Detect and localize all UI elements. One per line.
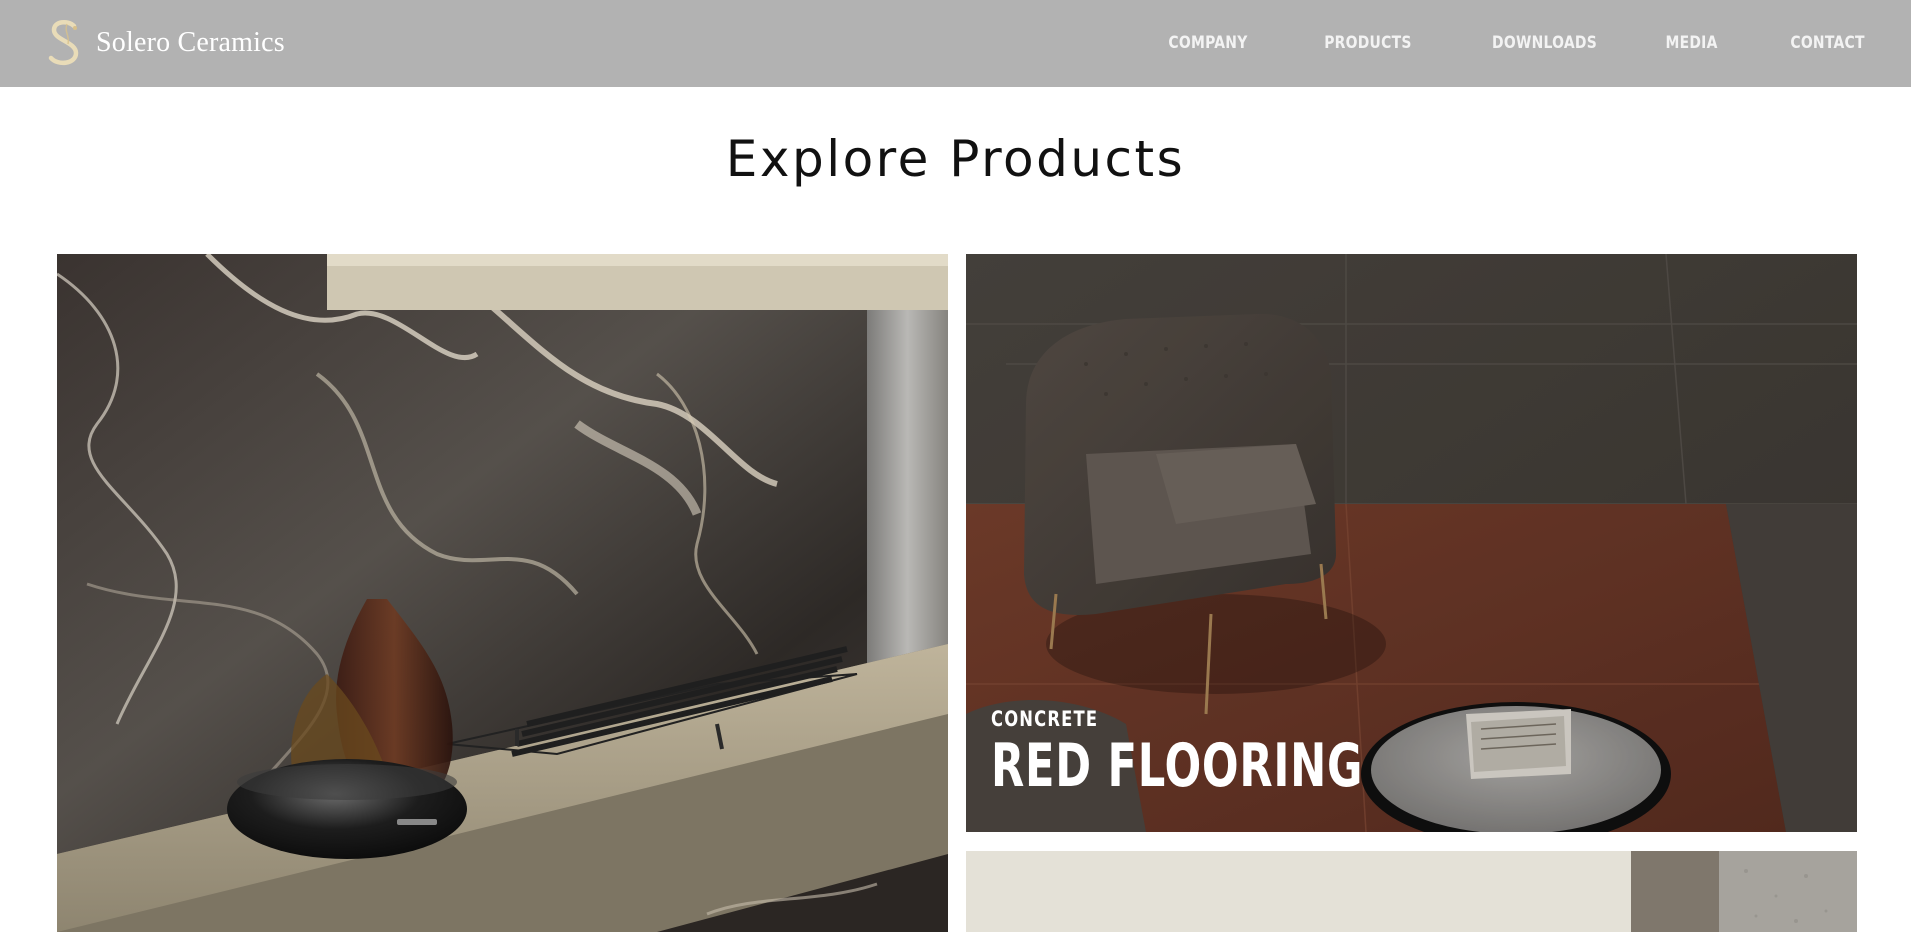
s-monogram-logo-icon [48,20,79,66]
product-tile-stone[interactable] [966,851,1857,932]
nav-media[interactable]: MEDIA [1665,27,1717,59]
nav-company[interactable]: COMPANY [1169,27,1248,59]
nav-products[interactable]: PRODUCTS [1324,27,1411,59]
red-flooring-category: CONCRETE [991,707,1099,731]
nav-downloads[interactable]: DOWNLOADS [1492,27,1597,59]
page-title: Explore Products [725,130,1186,188]
brand-name: Solero Ceramics [96,27,285,58]
nav-contact[interactable]: CONTACT [1791,27,1865,59]
marble-interior-image [57,254,948,932]
main-nav: COMPANY PRODUCTS DOWNLOADS MEDIA CONTACT [1151,27,1865,59]
product-tile-marble[interactable] [57,254,948,932]
red-flooring-name: RED FLOORING [991,731,1364,801]
product-tile-red-flooring[interactable]: CONCRETE RED FLOORING [966,254,1857,832]
brand-logo-link[interactable]: Solero Ceramics [44,18,285,68]
red-flooring-caption: CONCRETE RED FLOORING [991,707,1508,797]
stone-samples-image [966,851,1857,932]
site-header: Solero Ceramics COMPANY PRODUCTS DOWNLOA… [0,0,1911,87]
